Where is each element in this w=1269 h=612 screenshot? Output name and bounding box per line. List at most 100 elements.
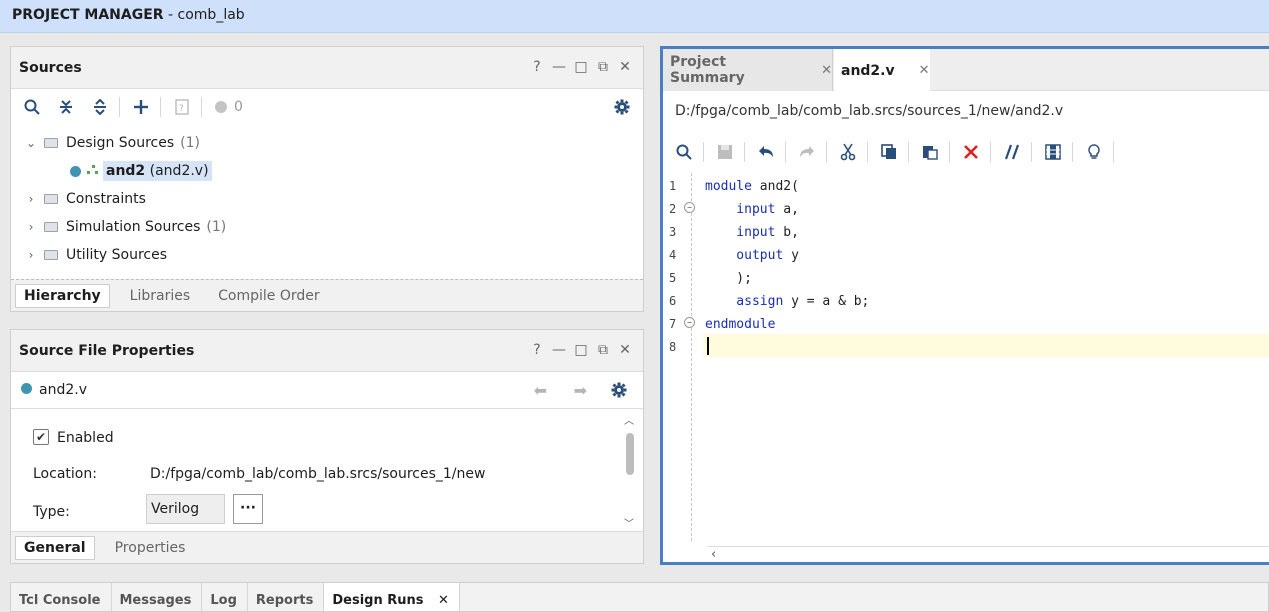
code-text: );	[705, 271, 752, 286]
code-line: endmodule	[705, 313, 775, 336]
bottom-panel-tabs: Tcl Console Messages Log Reports Design …	[10, 582, 1269, 612]
code-keyword: endmodule	[705, 317, 776, 332]
minimize-icon[interactable]: —	[551, 59, 567, 75]
vertical-scrollbar[interactable]: ︿ ﹀	[623, 412, 637, 530]
copy-icon[interactable]	[876, 139, 902, 165]
comment-toggle-icon[interactable]	[999, 139, 1025, 165]
close-icon[interactable]: ✕	[919, 63, 930, 78]
tree-utility-sources[interactable]: › Utility Sources	[24, 243, 167, 267]
current-line-highlight	[703, 334, 1269, 357]
file-path: D:/fpga/comb_lab/comb_lab.srcs/sources_1…	[675, 103, 1064, 119]
collapse-all-icon[interactable]	[53, 94, 79, 120]
help-doc-icon[interactable]: ?	[169, 94, 195, 120]
back-arrow-icon[interactable]: ⬅	[534, 381, 547, 400]
code-line: input a,	[705, 198, 799, 221]
properties-header: Source File Properties ? — □ ⧉ ✕	[11, 330, 643, 372]
tree-module-and2[interactable]: and2 (and2.v)	[70, 159, 212, 183]
maximize-icon[interactable]: □	[573, 59, 589, 75]
code-keyword: input	[705, 202, 776, 217]
code-keyword: assign	[705, 294, 784, 309]
enabled-label: Enabled	[57, 430, 114, 446]
status-dot-icon	[214, 94, 228, 120]
tab-log[interactable]: Log	[202, 583, 248, 611]
code-line: input b,	[705, 221, 799, 244]
editor-panel: Project Summary ✕ and2.v ✕ D:/fpga/comb_…	[660, 46, 1269, 565]
code-editor[interactable]: 1 module and2(2 input a, 3 input b, 4 outpu…	[663, 173, 1269, 541]
minimize-icon[interactable]: —	[551, 342, 567, 358]
delete-icon[interactable]	[958, 139, 984, 165]
code-line: module and2(	[705, 175, 799, 198]
undo-icon[interactable]	[753, 139, 779, 165]
tab-project-summary[interactable]: Project Summary ✕	[663, 49, 833, 91]
type-field[interactable]: Verilog	[146, 494, 225, 524]
paste-icon[interactable]	[917, 139, 943, 165]
line-number: 4	[669, 248, 677, 262]
help-icon[interactable]: ?	[529, 342, 545, 358]
help-icon[interactable]: ?	[529, 59, 545, 75]
float-icon[interactable]: ⧉	[595, 59, 611, 75]
search-icon[interactable]	[19, 94, 45, 120]
window-title-bar: PROJECT MANAGER - comb_lab	[0, 0, 1269, 33]
fold-collapse-icon[interactable]: −	[684, 202, 695, 213]
code-keyword: input	[705, 225, 776, 240]
column-select-icon[interactable]	[1040, 139, 1066, 165]
text-caret	[707, 337, 709, 355]
line-number: 8	[669, 340, 677, 354]
line-number: 5	[669, 271, 677, 285]
sources-toolbar: ? 0	[11, 90, 643, 124]
status-dot-icon	[70, 165, 81, 177]
expand-all-icon[interactable]	[87, 94, 113, 120]
close-icon[interactable]: ✕	[617, 59, 633, 75]
tree-simulation-sources[interactable]: › Simulation Sources (1)	[24, 215, 227, 239]
forward-arrow-icon[interactable]: ➡	[574, 381, 587, 400]
tab-reports[interactable]: Reports	[248, 583, 325, 611]
tree-design-sources[interactable]: ⌄ Design Sources (1)	[24, 131, 200, 155]
sources-panel: Sources ? — □ ⧉ ✕ ? 0 ⌄ Design Sources (…	[10, 46, 644, 312]
tab-compile-order[interactable]: Compile Order	[210, 285, 328, 307]
type-more-button[interactable]: ···	[233, 494, 263, 524]
enabled-checkbox[interactable]: ✔	[33, 429, 49, 445]
tab-design-runs[interactable]: Design Runs ✕	[324, 583, 460, 611]
horizontal-scrollbar[interactable]: ‹	[707, 546, 1269, 562]
tab-and2-v[interactable]: and2.v ✕	[834, 49, 930, 92]
gear-icon[interactable]	[611, 382, 627, 402]
maximize-icon[interactable]: □	[573, 342, 589, 358]
editor-tabs: Project Summary ✕ and2.v ✕	[663, 49, 1269, 92]
fold-collapse-icon[interactable]: −	[684, 317, 695, 328]
tab-properties[interactable]: Properties	[107, 537, 194, 559]
chevron-right-icon[interactable]: ›	[24, 192, 38, 206]
properties-file-row: and2.v ⬅ ➡	[11, 373, 643, 409]
tab-tcl-console[interactable]: Tcl Console	[11, 583, 112, 611]
gear-icon[interactable]	[609, 94, 635, 120]
folder-icon	[44, 194, 58, 204]
tab-hierarchy[interactable]: Hierarchy	[15, 283, 110, 308]
code-text: b,	[775, 225, 799, 240]
chevron-down-icon[interactable]: ⌄	[24, 136, 38, 150]
tab-messages[interactable]: Messages	[112, 583, 203, 611]
tab-general[interactable]: General	[15, 535, 95, 560]
close-icon[interactable]: ✕	[617, 342, 633, 358]
lightbulb-icon[interactable]	[1081, 139, 1107, 165]
search-icon[interactable]	[671, 139, 697, 165]
float-icon[interactable]: ⧉	[595, 342, 611, 358]
redo-icon[interactable]	[794, 139, 820, 165]
tree-constraints[interactable]: › Constraints	[24, 187, 146, 211]
save-icon[interactable]	[712, 139, 738, 165]
tab-libraries[interactable]: Libraries	[122, 285, 198, 307]
cut-icon[interactable]	[835, 139, 861, 165]
close-icon[interactable]: ✕	[821, 63, 832, 78]
code-text: y = a & b;	[783, 294, 870, 309]
error-count: 0	[234, 99, 243, 115]
source-file-properties-panel: Source File Properties ? — □ ⧉ ✕ and2.v …	[10, 329, 644, 564]
add-icon[interactable]	[128, 94, 154, 120]
svg-text:?: ?	[179, 104, 184, 114]
line-number: 1	[669, 179, 677, 193]
sources-tree: ⌄ Design Sources (1) and2 (and2.v) › Con…	[12, 125, 642, 275]
code-text: and2(	[751, 179, 799, 194]
close-icon[interactable]: ✕	[438, 593, 449, 608]
chevron-right-icon[interactable]: ›	[24, 220, 38, 234]
folder-icon	[44, 250, 58, 260]
type-label: Type:	[33, 504, 70, 520]
chevron-right-icon[interactable]: ›	[24, 248, 38, 262]
properties-title: Source File Properties	[19, 343, 195, 359]
